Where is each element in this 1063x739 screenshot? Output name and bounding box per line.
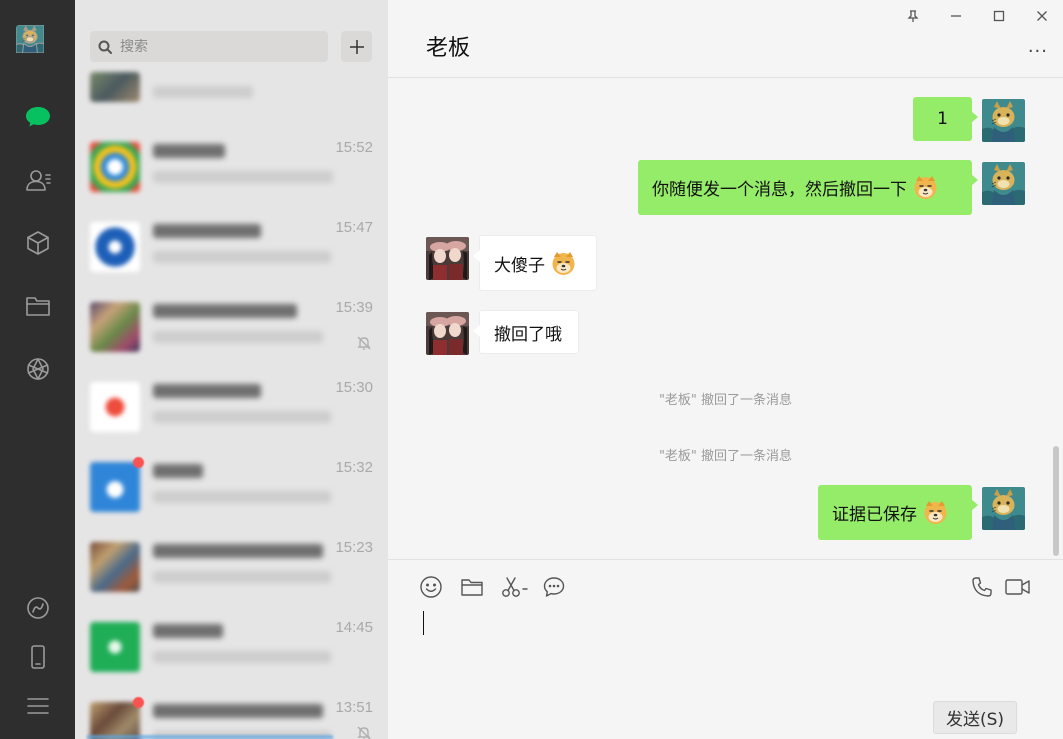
folder-icon (461, 579, 483, 596)
conversation-item[interactable]: 15:30 (75, 365, 388, 445)
message-bubble[interactable]: 大傻子 (473, 235, 597, 291)
conversation-item[interactable]: 15:23 (75, 525, 388, 605)
system-notice: "老板" 撤回了一条消息 (658, 449, 793, 464)
send-button[interactable]: 发送(S) (933, 701, 1017, 734)
chat-title: 老板 (426, 36, 471, 61)
mute-icon (356, 725, 372, 739)
conversation-item[interactable]: 15:39 (75, 285, 388, 365)
chat-history-button[interactable] (541, 574, 567, 600)
phone-call-icon (972, 577, 992, 597)
conversation-time: 15:39 (335, 299, 373, 316)
conversation-time: 15:47 (335, 219, 373, 236)
message-bubble[interactable]: 1 (913, 97, 978, 141)
system-notice: "老板" 撤回了一条消息 (658, 393, 793, 408)
close-button[interactable] (1020, 0, 1063, 32)
text-cursor[interactable] (423, 611, 424, 635)
composer: 发送(S) (388, 559, 1063, 739)
conversation-avatar (90, 462, 140, 512)
emoji-button[interactable] (418, 574, 444, 600)
maximize-button[interactable] (977, 0, 1020, 32)
avatar[interactable] (982, 162, 1025, 205)
message-list: 1 你随便发一个消息，然后撤回一下 大傻子 撤回了哦 "老板" 撤回了一条消息 … (388, 79, 1063, 559)
avatar[interactable] (426, 312, 469, 355)
doge-emoji-icon (923, 500, 948, 525)
chat-header: 老板 ··· (388, 0, 1063, 78)
avatar[interactable] (982, 99, 1025, 142)
avatar[interactable] (426, 237, 469, 280)
pin-button[interactable] (891, 0, 934, 32)
message-scrollbar[interactable] (1053, 446, 1059, 556)
avatar[interactable] (982, 487, 1025, 530)
channels-icon[interactable] (22, 592, 53, 623)
conversation-avatar (90, 142, 140, 192)
conversation-avatar (90, 382, 140, 432)
send-file-button[interactable] (459, 574, 485, 600)
conversation-time: 15:32 (335, 459, 373, 476)
conversation-avatar (90, 542, 140, 592)
doge-emoji-icon (551, 250, 576, 276)
moments-icon[interactable] (22, 353, 53, 384)
message-bubble[interactable]: 你随便发一个消息，然后撤回一下 (638, 160, 978, 215)
minimize-button[interactable] (934, 0, 977, 32)
doge-emoji-icon (913, 175, 938, 200)
phone-icon[interactable] (22, 641, 53, 672)
menu-icon[interactable] (22, 690, 53, 721)
conversation-avatar (90, 302, 140, 352)
screenshot-button[interactable] (500, 574, 530, 600)
conversation-list: 15:52 15:47 15:39 15:30 15:32 15:23 (75, 0, 388, 739)
conversation-item[interactable]: 14:45 (75, 605, 388, 685)
scissors-icon (502, 577, 528, 597)
maximize-icon (993, 10, 1004, 22)
contacts-icon[interactable] (22, 164, 53, 195)
conversation-item[interactable]: 15:47 (75, 205, 388, 285)
minimize-icon (950, 15, 961, 17)
pin-icon (906, 10, 919, 22)
video-call-button[interactable] (1004, 574, 1032, 600)
chat-icon[interactable] (22, 101, 53, 132)
conversation-avatar (90, 622, 140, 672)
conversation-avatar (90, 702, 140, 739)
voice-call-button[interactable] (969, 574, 995, 600)
collections-icon[interactable] (22, 227, 53, 258)
conversation-time: 15:52 (335, 139, 373, 156)
sidebar-rail (0, 0, 75, 739)
close-icon (1036, 11, 1047, 21)
conversation-item[interactable]: 13:51 (75, 685, 388, 739)
message-bubble[interactable]: 证据已保存 (818, 485, 978, 540)
conversation-avatar (90, 72, 140, 102)
chat-pane: 老板 ··· 1 你随便发一个消息，然后撤回一下 大傻子 撤回了哦 "老板" 撤… (388, 0, 1063, 739)
more-button[interactable]: ··· (1028, 43, 1048, 61)
conversation-item[interactable] (75, 52, 388, 132)
emoji-icon (420, 576, 442, 598)
unread-dot (133, 697, 144, 708)
conversation-time: 13:51 (335, 699, 373, 716)
conversation-time: 15:23 (335, 539, 373, 556)
window-controls (891, 0, 1063, 32)
conversation-time: 15:30 (335, 379, 373, 396)
unread-dot (133, 457, 144, 468)
chat-bubble-icon (543, 577, 565, 597)
message-bubble[interactable]: 撤回了哦 (473, 310, 579, 354)
conversation-time: 14:45 (335, 619, 373, 636)
conversation-item[interactable]: 15:52 (75, 125, 388, 205)
files-icon[interactable] (22, 290, 53, 321)
mute-icon (356, 335, 372, 351)
my-avatar[interactable] (16, 25, 59, 68)
video-camera-icon (1005, 579, 1030, 595)
conversation-avatar (90, 222, 140, 272)
conversation-item[interactable]: 15:32 (75, 445, 388, 525)
